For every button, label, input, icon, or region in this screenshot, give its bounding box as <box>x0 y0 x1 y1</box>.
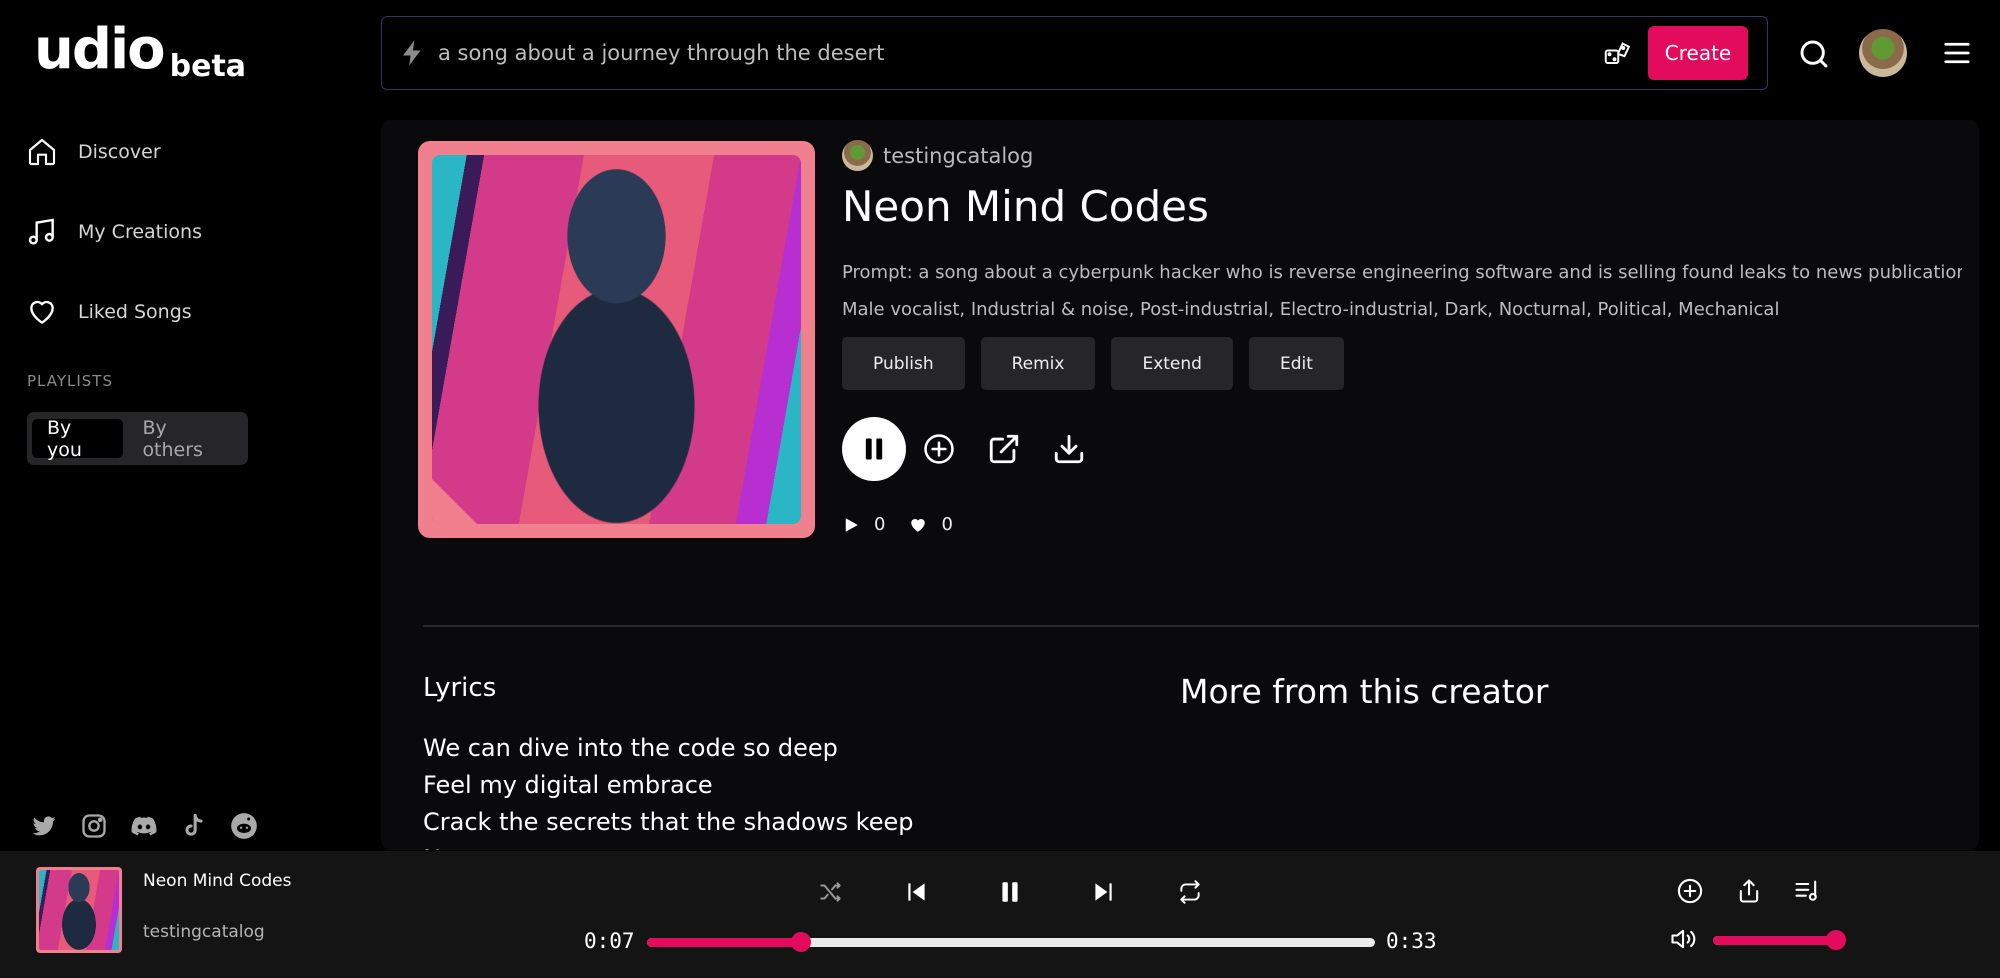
more-from-creator-heading: More from this creator <box>1180 672 1549 711</box>
tab-by-you[interactable]: By you <box>32 417 124 461</box>
previous-track-icon[interactable] <box>904 879 930 905</box>
extend-button[interactable]: Extend <box>1111 337 1233 390</box>
queue-icon[interactable] <box>1793 877 1821 905</box>
sidebar-item-label: My Creations <box>78 221 202 243</box>
like-count: 0 <box>941 514 953 535</box>
player-bar: Neon Mind Codes testingcatalog 0:07 0:33 <box>0 851 2000 978</box>
edit-button[interactable]: Edit <box>1248 337 1344 390</box>
play-count-icon <box>845 517 858 532</box>
song-actions: Publish Remix Extend Edit <box>842 337 1344 390</box>
lyric-line: We can dive into the code so deep <box>423 734 838 762</box>
prompt-bar: Create <box>381 16 1768 90</box>
song-stats: 0 0 <box>842 514 977 535</box>
add-to-playlist-icon[interactable] <box>922 432 956 466</box>
creator-avatar <box>842 140 873 171</box>
share-icon[interactable] <box>1735 877 1763 905</box>
lyric-line: Crack the secrets that the shadows keep <box>423 808 914 836</box>
next-track-icon[interactable] <box>1090 879 1116 905</box>
player-artist[interactable]: testingcatalog <box>143 922 265 942</box>
sidebar-item-my-creations[interactable]: My Creations <box>26 216 202 248</box>
shuffle-icon[interactable] <box>818 879 844 905</box>
volume-fill <box>1713 936 1836 945</box>
progress-fill <box>647 938 802 947</box>
reddit-icon[interactable] <box>230 812 258 840</box>
lyric-line: Feel my digital embrace <box>423 771 713 799</box>
like-count-icon <box>911 518 926 532</box>
search-icon[interactable] <box>1798 38 1830 70</box>
twitter-icon[interactable] <box>30 812 58 840</box>
udio-logo[interactable]: udio beta <box>34 17 246 82</box>
player-thumbnail[interactable] <box>36 867 122 953</box>
song-detail-panel: testingcatalog Neon Mind Codes Prompt: a… <box>381 120 1979 850</box>
song-prompt: Prompt: a song about a cyberpunk hacker … <box>842 262 1962 283</box>
cover-image <box>432 155 801 524</box>
instagram-icon[interactable] <box>80 812 108 840</box>
progress-handle[interactable] <box>791 932 812 952</box>
elapsed-time: 0:07 <box>584 929 635 953</box>
logo-wordmark: udio <box>34 17 166 82</box>
lyrics-heading: Lyrics <box>423 673 497 703</box>
home-icon <box>26 136 58 168</box>
sidebar: udio beta Discover My Creations Liked So… <box>0 0 380 850</box>
volume-slider[interactable] <box>1713 930 1846 950</box>
play-count: 0 <box>874 514 886 535</box>
player-pause-icon[interactable] <box>997 879 1023 905</box>
playlist-filter-toggle: By you By others <box>27 412 248 465</box>
pause-button[interactable] <box>842 417 906 481</box>
share-external-icon[interactable] <box>987 432 1021 466</box>
playlists-heading: PLAYLISTS <box>27 372 113 390</box>
lyrics-body: We can dive into the code so deep Feel m… <box>423 730 913 850</box>
song-controls <box>842 417 1086 481</box>
creator-link[interactable]: testingcatalog <box>842 140 1033 171</box>
sidebar-item-discover[interactable]: Discover <box>26 136 161 168</box>
hamburger-menu-icon[interactable] <box>1942 38 1972 68</box>
prompt-input[interactable] <box>438 41 1602 65</box>
song-cover-art <box>418 141 815 538</box>
tab-by-others[interactable]: By others <box>127 417 243 461</box>
player-song-title[interactable]: Neon Mind Codes <box>143 871 292 891</box>
repeat-icon[interactable] <box>1177 879 1203 905</box>
song-title: Neon Mind Codes <box>842 182 1209 231</box>
volume-handle[interactable] <box>1826 930 1846 950</box>
download-icon[interactable] <box>1052 432 1086 466</box>
section-divider <box>423 625 1979 627</box>
sidebar-item-liked-songs[interactable]: Liked Songs <box>26 296 192 328</box>
logo-beta-tag: beta <box>169 49 247 84</box>
tiktok-icon[interactable] <box>180 812 208 840</box>
social-links <box>30 812 258 840</box>
discord-icon[interactable] <box>130 812 158 840</box>
dice-random-icon[interactable] <box>1602 38 1632 68</box>
total-duration: 0:33 <box>1386 929 1437 953</box>
user-avatar[interactable] <box>1859 29 1907 77</box>
music-note-icon <box>26 216 58 248</box>
creator-name: testingcatalog <box>883 143 1034 168</box>
remix-button[interactable]: Remix <box>980 337 1096 390</box>
lyric-line: No… <box>423 841 913 850</box>
volume-icon[interactable] <box>1669 925 1697 953</box>
lightning-icon <box>398 38 428 68</box>
publish-button[interactable]: Publish <box>842 337 965 390</box>
heart-icon <box>26 296 58 328</box>
progress-bar[interactable] <box>647 932 1375 952</box>
sidebar-item-label: Discover <box>78 141 161 163</box>
thumbnail-image <box>39 870 119 950</box>
song-tags: Male vocalist, Industrial & noise, Post-… <box>842 299 1780 320</box>
pause-icon <box>865 438 883 460</box>
create-button[interactable]: Create <box>1648 26 1748 80</box>
add-to-playlist-icon[interactable] <box>1676 877 1704 905</box>
sidebar-item-label: Liked Songs <box>78 301 192 323</box>
